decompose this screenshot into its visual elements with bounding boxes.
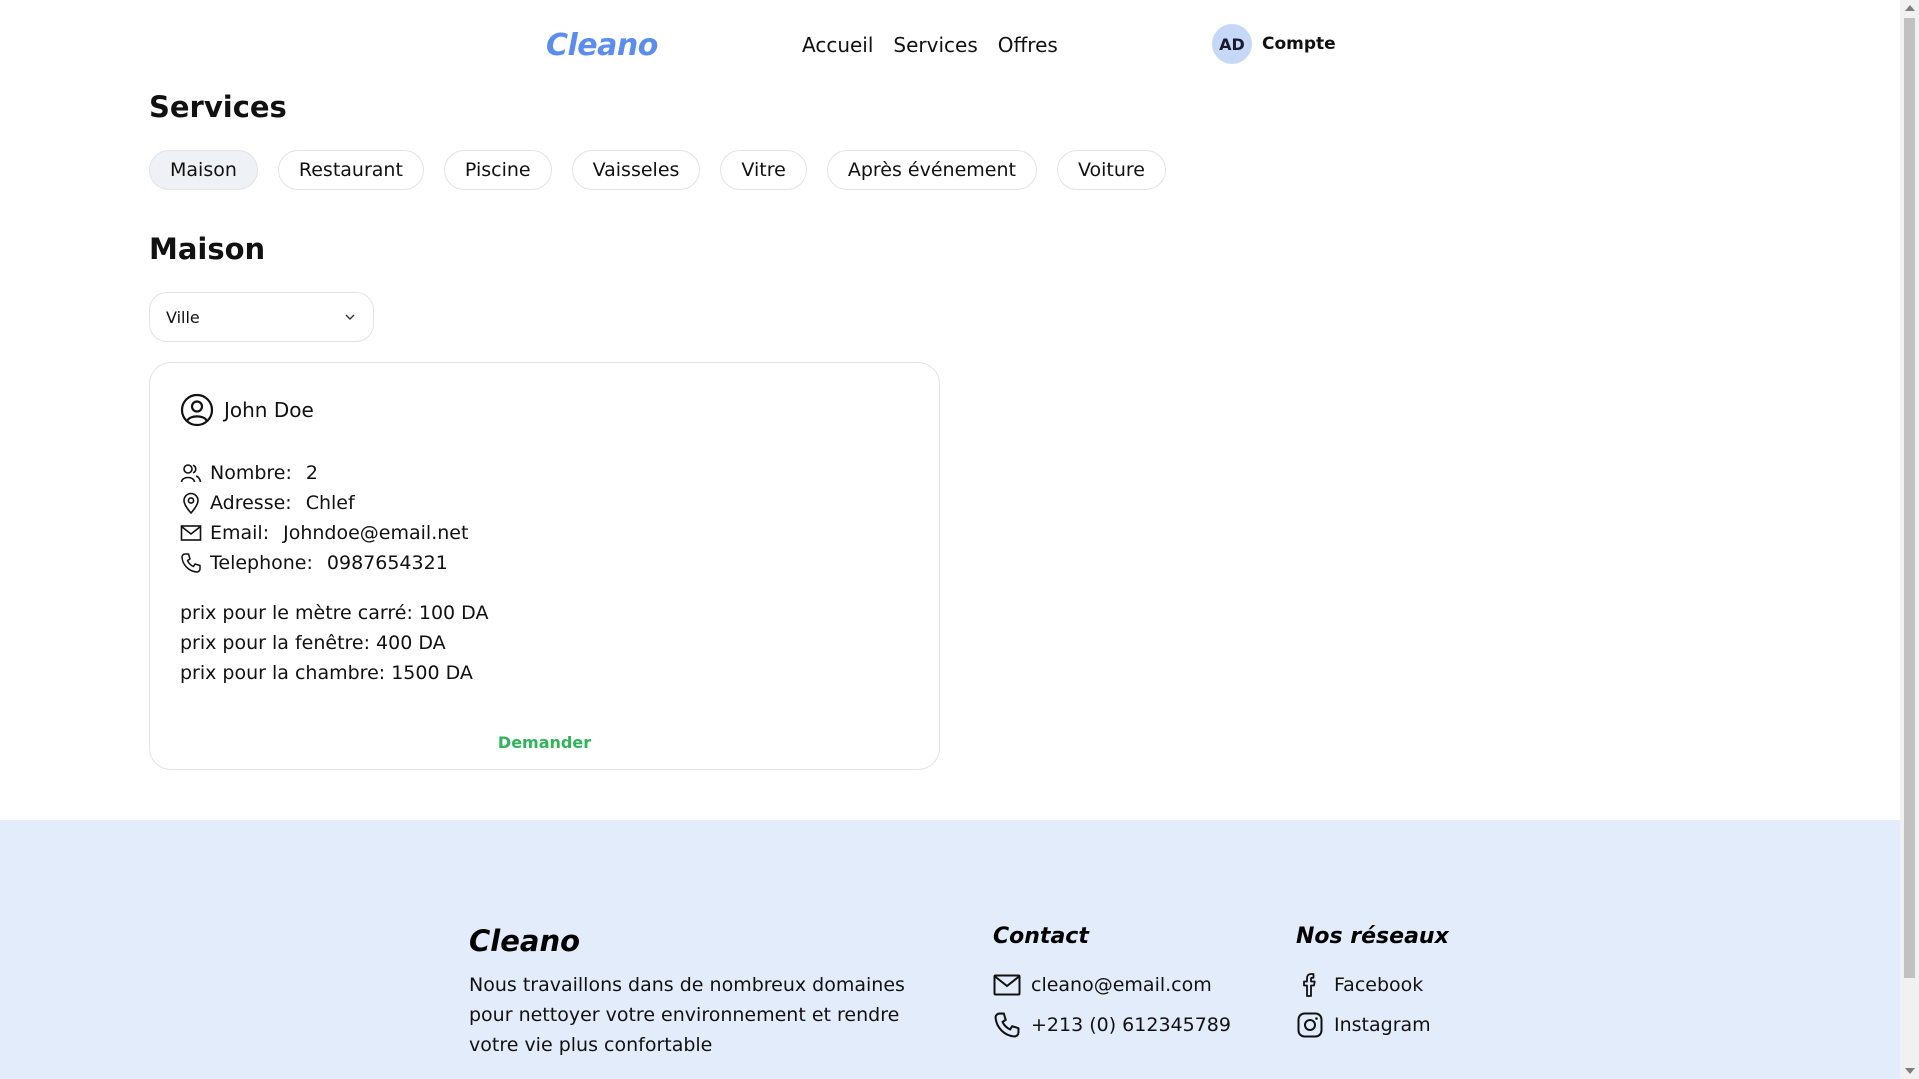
service-tabs: Maison Restaurant Piscine Vaisseles Vitr… <box>149 150 1166 190</box>
footer-contact-email[interactable]: cleano@email.com <box>993 965 1231 1005</box>
tab-apres-evenement[interactable]: Après événement <box>826 150 1037 190</box>
provider-name-row: John Doe <box>180 393 314 427</box>
price-window: prix pour la fenêtre: 400 DA <box>180 632 446 654</box>
footer-instagram-link[interactable]: Instagram <box>1296 1005 1431 1045</box>
adresse-label: Adresse: <box>210 492 292 514</box>
scroll-down-arrow-icon[interactable] <box>1905 1068 1915 1074</box>
section-title: Maison <box>149 232 266 266</box>
nav-link-offres[interactable]: Offres <box>998 33 1058 57</box>
info-nombre: Nombre: 2 <box>180 458 468 488</box>
tab-vitre[interactable]: Vitre <box>720 150 807 190</box>
scroll-up-arrow-icon[interactable] <box>1905 5 1915 11</box>
info-adresse: Adresse: Chlef <box>180 488 468 518</box>
email-label: Email: <box>210 522 270 544</box>
page: Cleano Accueil Services Offres AD Compte… <box>0 0 1900 1079</box>
main-nav: Accueil Services Offres <box>802 33 1058 57</box>
footer-contact-title: Contact <box>993 924 1089 949</box>
tab-voiture[interactable]: Voiture <box>1056 150 1166 190</box>
mail-icon <box>180 522 202 544</box>
footer-social-list: Facebook Instagram <box>1296 965 1431 1045</box>
map-pin-icon <box>180 492 202 514</box>
tab-maison[interactable]: Maison <box>149 150 258 190</box>
price-room: prix pour la chambre: 1500 DA <box>180 662 473 684</box>
provider-card: John Doe Nombre: 2 Adresse: Chlef Email:… <box>149 362 940 770</box>
user-circle-icon <box>180 393 214 427</box>
info-telephone: Telephone: 0987654321 <box>180 548 468 578</box>
email-value: Johndoe@email.net <box>283 522 469 544</box>
city-select[interactable]: Ville <box>149 292 374 342</box>
footer-social-title: Nos réseaux <box>1296 924 1449 949</box>
avatar[interactable]: AD <box>1212 24 1252 64</box>
tab-piscine[interactable]: Piscine <box>443 150 552 190</box>
tab-vaisseles[interactable]: Vaisseles <box>571 150 701 190</box>
provider-info: Nombre: 2 Adresse: Chlef Email: Johndoe@… <box>180 458 468 578</box>
footer-logo: Cleano <box>469 924 581 958</box>
phone-icon <box>993 1011 1021 1039</box>
nombre-label: Nombre: <box>210 462 292 484</box>
demander-button[interactable]: Demander <box>150 733 939 752</box>
users-icon <box>180 462 202 484</box>
account-menu[interactable]: AD Compte <box>1212 24 1336 64</box>
footer-facebook-link[interactable]: Facebook <box>1296 965 1431 1005</box>
footer-contact-phone[interactable]: +213 (0) 612345789 <box>993 1005 1231 1045</box>
account-label[interactable]: Compte <box>1262 34 1336 54</box>
footer-email-text: cleano@email.com <box>1031 974 1212 996</box>
telephone-value: 0987654321 <box>326 552 448 574</box>
vertical-scrollbar[interactable] <box>1900 0 1919 1079</box>
price-list: prix pour le mètre carré: 100 DA prix po… <box>180 598 488 688</box>
tab-restaurant[interactable]: Restaurant <box>277 150 424 190</box>
scrollbar-thumb[interactable] <box>1904 18 1915 978</box>
logo[interactable]: Cleano <box>546 28 658 63</box>
nav-link-accueil[interactable]: Accueil <box>802 33 873 57</box>
footer-contact-list: cleano@email.com +213 (0) 612345789 <box>993 965 1231 1045</box>
facebook-label: Facebook <box>1334 974 1424 996</box>
telephone-label: Telephone: <box>210 552 313 574</box>
services-title: Services <box>149 90 287 124</box>
nav-link-services[interactable]: Services <box>893 33 977 57</box>
provider-name: John Doe <box>224 398 314 422</box>
instagram-icon <box>1296 1011 1324 1039</box>
footer-phone-text: +213 (0) 612345789 <box>1031 1014 1231 1036</box>
facebook-icon <box>1296 971 1324 999</box>
adresse-value: Chlef <box>305 492 355 514</box>
mail-icon <box>993 973 1021 997</box>
city-select-value: Ville <box>166 307 200 327</box>
phone-icon <box>180 552 202 574</box>
chevron-down-icon <box>343 310 357 324</box>
footer-description: Nous travaillons dans de nombreux domain… <box>469 974 905 1056</box>
instagram-label: Instagram <box>1334 1014 1431 1036</box>
info-email: Email: Johndoe@email.net <box>180 518 468 548</box>
nombre-value: 2 <box>305 462 318 484</box>
footer: Cleano Nous travaillons dans de nombreux… <box>0 820 1900 1079</box>
price-square-meter: prix pour le mètre carré: 100 DA <box>180 602 489 624</box>
